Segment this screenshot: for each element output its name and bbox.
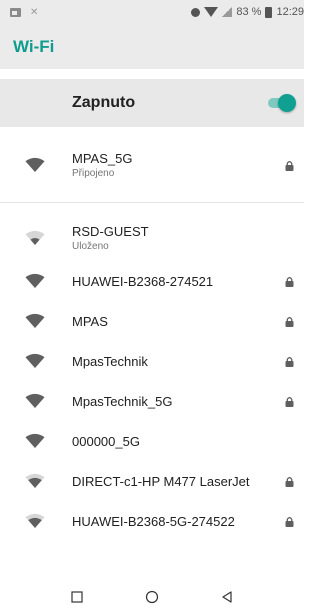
- network-name: HUAWEI-B2368-274521: [72, 273, 214, 289]
- no-sim-icon: ✕: [30, 6, 39, 18]
- navigation-bar: [0, 583, 304, 610]
- page-title: Wi-Fi: [13, 36, 55, 56]
- network-status: Uloženo: [72, 241, 109, 252]
- divider: [0, 202, 304, 203]
- wifi-toggle[interactable]: [268, 94, 296, 112]
- app-bar: Wi-Fi: [0, 24, 304, 69]
- cellular-signal-icon: [222, 7, 233, 17]
- wifi-signal-icon: [25, 273, 45, 288]
- status-bar: ✕ 83 % 12:29: [0, 0, 304, 24]
- battery-percentage: 83 %: [236, 6, 262, 18]
- wifi-signal-icon: [25, 393, 45, 408]
- network-row[interactable]: MPAS: [0, 301, 304, 341]
- network-row[interactable]: MpasTechnik_5G: [0, 381, 304, 421]
- network-name: 000000_5G: [72, 433, 140, 449]
- network-row[interactable]: MpasTechnik: [0, 341, 304, 381]
- master-switch-label: Zapnuto: [72, 94, 136, 111]
- network-status: Připojeno: [72, 168, 115, 179]
- network-name: RSD-GUEST: [72, 224, 149, 239]
- clock: 12:29: [276, 6, 304, 18]
- location-icon: [191, 7, 201, 17]
- network-name: MPAS: [72, 313, 108, 329]
- lock-icon: [285, 160, 294, 171]
- network-name: MpasTechnik_5G: [72, 393, 173, 409]
- lock-icon: [285, 396, 294, 407]
- status-notifications: ✕: [10, 7, 38, 18]
- wifi-signal-icon: [25, 433, 45, 448]
- recents-square-icon[interactable]: [63, 586, 91, 608]
- network-row[interactable]: HUAWEI-B2368-274521: [0, 261, 304, 301]
- wifi-signal-icon: [25, 513, 45, 528]
- lock-icon: [285, 476, 294, 487]
- lock-icon: [285, 276, 294, 287]
- wifi-status-icon: [204, 7, 219, 17]
- wifi-signal-icon: [25, 353, 45, 368]
- home-circle-icon[interactable]: [138, 586, 166, 608]
- image-notification-icon: [10, 7, 21, 17]
- back-triangle-icon[interactable]: [213, 586, 241, 608]
- network-name: DIRECT-c1-HP M477 LaserJet: [72, 473, 250, 489]
- network-row[interactable]: 000000_5G: [0, 421, 304, 461]
- network-name: MpasTechnik: [72, 353, 148, 369]
- network-row[interactable]: DIRECT-c1-HP M477 LaserJet: [0, 461, 304, 501]
- wifi-signal-icon: [25, 157, 45, 172]
- battery-icon: [265, 6, 273, 18]
- lock-icon: [285, 516, 294, 527]
- network-name: HUAWEI-B2368-5G-274522: [72, 513, 235, 529]
- wifi-master-switch-row[interactable]: Zapnuto: [0, 79, 304, 127]
- network-name: MPAS_5G: [72, 151, 133, 166]
- wifi-signal-icon: [25, 230, 45, 245]
- wifi-signal-icon: [25, 313, 45, 328]
- lock-icon: [285, 356, 294, 367]
- lock-icon: [285, 316, 294, 327]
- wifi-signal-icon: [25, 473, 45, 488]
- toggle-thumb: [278, 94, 296, 112]
- network-row[interactable]: HUAWEI-B2368-5G-274522: [0, 501, 304, 541]
- status-indicators: 83 % 12:29: [191, 6, 304, 18]
- connected-network-row[interactable]: MPAS_5G Připojeno: [0, 140, 304, 190]
- network-row[interactable]: RSD-GUEST Uloženo: [0, 215, 304, 261]
